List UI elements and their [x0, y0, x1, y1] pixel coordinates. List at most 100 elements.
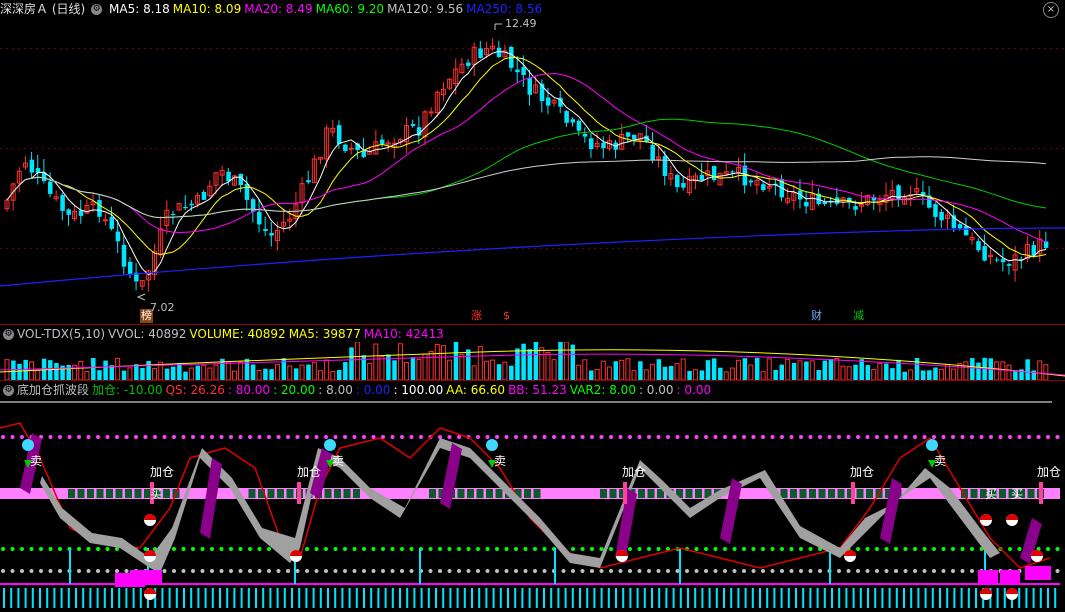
grid-dot [402, 148, 404, 149]
volume-bar [631, 370, 637, 380]
level-dot [343, 547, 347, 551]
grid-dot [396, 148, 398, 149]
level-dot [599, 547, 604, 551]
grid-dot [738, 48, 740, 49]
settings-icon[interactable]: ⚙ [3, 385, 14, 396]
level-dot [1036, 435, 1041, 439]
grid-dot [804, 48, 806, 49]
bottom-tick [939, 588, 941, 608]
bottom-tick [636, 588, 639, 608]
grid-dot [168, 48, 170, 49]
candle-body [564, 111, 569, 123]
volume-bar [699, 370, 705, 380]
candle-body [343, 144, 348, 151]
grid-dot [792, 248, 794, 249]
grid-dot [540, 48, 542, 49]
candle-body [66, 209, 71, 215]
level-dot [742, 547, 746, 551]
grid-dot [498, 148, 500, 149]
level-dot [39, 547, 43, 551]
grid-dot [12, 48, 14, 49]
bottom-tick [53, 588, 56, 608]
grid-dot [816, 48, 818, 49]
level-dot [438, 569, 442, 573]
level-dot [77, 435, 81, 439]
level-dot [58, 547, 62, 551]
grid-dot [528, 148, 530, 149]
grid-dot [462, 148, 464, 149]
settings-icon[interactable]: ⚙ [91, 4, 103, 15]
level-dot [704, 435, 708, 439]
grid-dot [330, 248, 332, 249]
bottom-tick [355, 588, 358, 608]
candle-body [238, 173, 244, 186]
level-dot [153, 435, 157, 439]
bottom-tick [622, 588, 625, 608]
candle-body [748, 180, 754, 183]
grid-dot [876, 148, 878, 149]
indicator-header: ⚙ 底加仓抓波段 加仓: -10.00 QS: 26.26: 80.00: 20.00… [0, 381, 717, 399]
bottom-tick [233, 588, 236, 608]
bottom-tick [348, 588, 351, 608]
settings-icon[interactable]: ⚙ [3, 329, 14, 340]
candle-body [576, 120, 582, 131]
indicator-chart[interactable]: 卖卖卖卖加仓 加仓 加仓 加仓 加仓买买买 [0, 398, 1065, 612]
level-dot [770, 435, 775, 439]
bottom-tick [600, 588, 603, 608]
candlestick-chart[interactable] [0, 18, 1065, 324]
grid-dot [204, 248, 206, 249]
candle-body [102, 219, 108, 222]
candle-body [115, 231, 121, 242]
level-dot [276, 569, 281, 573]
band-cell [609, 489, 617, 498]
event-marker-3[interactable]: 财 [810, 309, 823, 323]
grid-dot [258, 148, 260, 149]
grid-dot [150, 48, 152, 49]
grid-dot [450, 248, 452, 249]
grid-dot [936, 248, 938, 249]
volume-bar [109, 365, 114, 380]
volume-bar [705, 360, 711, 380]
grid-dot [156, 48, 158, 49]
event-marker-4[interactable]: 减 [852, 309, 865, 323]
grid-dot [174, 248, 176, 249]
volume-bar [293, 368, 299, 380]
level-dot [172, 547, 176, 551]
candle-body [1006, 264, 1012, 266]
bottom-tick [967, 588, 970, 608]
grid-dot [108, 248, 110, 249]
grid-dot [858, 248, 860, 249]
level-dot [143, 435, 148, 439]
grid-dot [588, 48, 590, 49]
grid-dot [36, 248, 38, 249]
level-dot [789, 547, 794, 551]
level-dot [647, 569, 651, 573]
grid-dot [192, 248, 194, 249]
bottom-tick [931, 588, 934, 608]
level-dot [960, 547, 965, 551]
stock-title[interactable]: 深深房Ａ (日线) [0, 2, 85, 16]
volume-chart[interactable] [0, 342, 1065, 380]
level-dot [609, 435, 613, 439]
event-marker-2[interactable]: $ [502, 309, 511, 323]
grid-dot [162, 148, 164, 149]
volume-bar [91, 357, 96, 380]
event-marker-1[interactable]: 涨 [470, 309, 483, 323]
level-dot [29, 547, 34, 551]
grid-dot [792, 48, 794, 49]
volume-bar [668, 365, 674, 380]
grid-dot [582, 148, 584, 149]
level-dot [371, 435, 376, 439]
level-dot [875, 547, 879, 551]
grid-dot [534, 248, 536, 249]
grid-dot [588, 248, 590, 249]
level-dot [267, 547, 271, 551]
level-dot [1046, 435, 1050, 439]
volume-bar [779, 364, 785, 380]
close-icon[interactable]: × [1043, 2, 1059, 18]
volume-bar [754, 357, 760, 380]
bottom-tick [1047, 588, 1049, 608]
magenta-bar [1000, 570, 1020, 584]
grid-dot [732, 248, 734, 249]
grid-dot [810, 48, 812, 49]
